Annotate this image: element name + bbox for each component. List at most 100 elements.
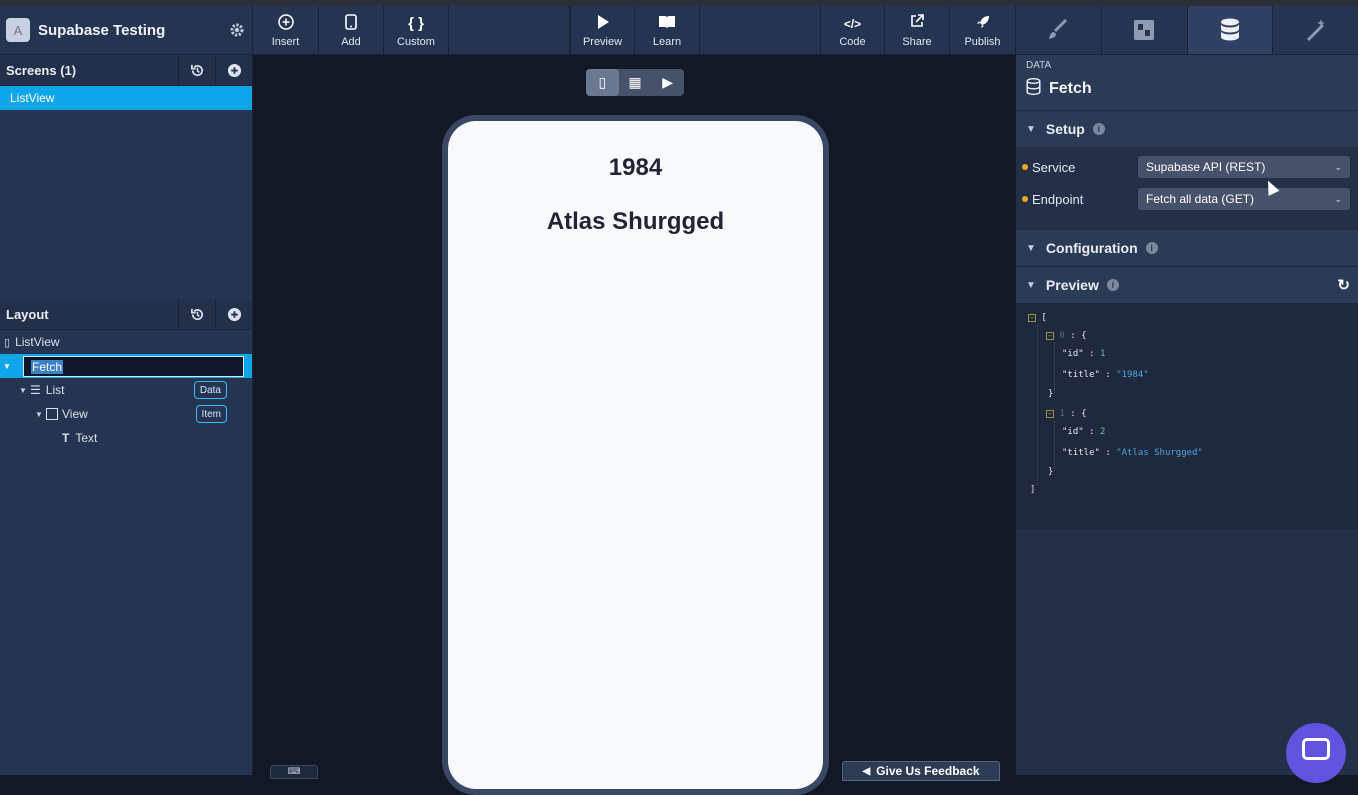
tab-components-icon[interactable] [1102, 6, 1188, 54]
required-dot [1022, 164, 1028, 170]
json-item-1-close: } [1048, 467, 1054, 477]
phone-icon [345, 13, 357, 34]
top-toolbar: Insert Add { } Custom Preview Learn </> … [253, 6, 1016, 55]
add-layout-item-icon[interactable] [215, 298, 252, 330]
service-select[interactable]: Supabase API (REST) ⌄ [1138, 156, 1350, 178]
app-logo[interactable]: A [6, 18, 30, 42]
info-icon[interactable]: i [1106, 279, 1119, 291]
design-canvas: ▯ ▦ ▶ 1984 Atlas Shurgged ⌨ ◀ Give Us Fe… [253, 55, 1016, 795]
chat-icon [1302, 738, 1330, 760]
tab-style-brush-icon[interactable] [1016, 6, 1102, 54]
data-badge: Data [193, 381, 227, 399]
endpoint-label: Endpoint [1032, 191, 1084, 207]
tree-guide [1037, 325, 1038, 485]
collapse-toggle-icon[interactable]: − [1028, 314, 1036, 322]
list-icon: ☰ [30, 383, 41, 397]
preview-title: Preview [1045, 277, 1099, 293]
phone-frame: 1984 Atlas Shurgged [442, 115, 829, 795]
toolbar-spacer [449, 6, 570, 55]
collapse-toggle-icon[interactable]: − [1046, 332, 1054, 340]
play-icon [596, 14, 610, 34]
configuration-section-header[interactable]: ▼ Configuration i [1016, 229, 1358, 266]
phone-view-icon[interactable]: ▯ [586, 69, 619, 96]
tree-item-label: List [45, 383, 65, 397]
json-index: 0 [1059, 331, 1065, 341]
layout-history-icon[interactable] [178, 298, 215, 330]
custom-label: Custom [397, 35, 435, 48]
add-button[interactable]: Add [319, 6, 384, 55]
phone-screen: 1984 Atlas Shurgged [448, 121, 823, 789]
caret-down-icon[interactable]: ▼ [2, 362, 12, 371]
keyboard-icon[interactable]: ⌨ [270, 765, 318, 779]
panel-category: DATA [1026, 60, 1052, 71]
layout-header: Layout [0, 298, 252, 330]
learn-label: Learn [652, 35, 682, 48]
phone-icon: ▯ [4, 336, 11, 349]
item-badge: Item [195, 405, 227, 423]
screen-item-listview[interactable]: ListView [0, 86, 252, 110]
required-dot [1022, 196, 1028, 202]
info-icon[interactable]: i [1092, 123, 1105, 135]
screens-title: Screens (1) [6, 62, 77, 78]
json-id-value: 2 [1099, 427, 1106, 437]
learn-button[interactable]: Learn [635, 6, 700, 55]
endpoint-value: Fetch all data (GET) [1146, 192, 1255, 206]
settings-gear-icon[interactable] [228, 21, 246, 39]
caret-down-icon[interactable]: ▼ [34, 410, 44, 419]
tab-data-database-icon[interactable] [1187, 6, 1274, 54]
feedback-label: Give Us Feedback [876, 764, 980, 778]
json-preview: − [ − 0 : { "id" : 1 "title" : "1984" } … [1016, 303, 1358, 529]
text-type-icon: T [62, 431, 70, 445]
add-screen-icon[interactable] [215, 54, 252, 86]
setup-body: Service Supabase API (REST) ⌄ Endpoint F… [1016, 147, 1358, 229]
endpoint-select[interactable]: Fetch all data (GET) ⌄ [1138, 188, 1350, 210]
rename-input[interactable]: Fetch [23, 356, 244, 377]
custom-button[interactable]: { } Custom [384, 6, 449, 55]
refresh-icon[interactable]: ↻ [1337, 276, 1350, 294]
info-icon[interactable]: i [1145, 242, 1158, 254]
code-button[interactable]: </> Code [820, 6, 885, 55]
preview-label: Preview [582, 35, 623, 48]
view-box-icon [46, 408, 58, 420]
caret-down-icon[interactable]: ▼ [18, 386, 28, 395]
tree-item-list[interactable]: ▼ ☰ List Data [0, 378, 252, 402]
preview-section-header[interactable]: ▼ Preview i ↻ [1016, 266, 1358, 303]
braces-icon: { } [408, 14, 424, 32]
service-label: Service [1032, 159, 1076, 175]
configuration-title: Configuration [1045, 240, 1138, 256]
chat-support-button[interactable] [1286, 723, 1346, 783]
share-button[interactable]: Share [885, 6, 950, 55]
chevron-down-icon: ⌄ [1334, 161, 1342, 172]
feedback-button[interactable]: ◀ Give Us Feedback [842, 761, 1000, 781]
json-title-row: "title" : "1984" [1062, 370, 1149, 380]
tree-item-view[interactable]: ▼ View Item [0, 402, 252, 426]
grid-view-icon[interactable]: ▦ [619, 69, 652, 96]
json-root-close: ] [1030, 485, 1036, 495]
json-item-1-open: − 1 : { [1046, 409, 1087, 419]
layout-title: Layout [6, 306, 49, 322]
list-item-title[interactable]: 1984 [448, 121, 823, 195]
tree-item-listview[interactable]: ▯ ListView [0, 330, 252, 354]
endpoint-field: Endpoint Fetch all data (GET) ⌄ [1016, 183, 1358, 215]
preview-button[interactable]: Preview [570, 6, 635, 55]
list-item-title[interactable]: Atlas Shurgged [448, 195, 823, 249]
tree-item-fetch[interactable]: ▼ Fetch [0, 354, 252, 378]
panel-header: DATA Fetch [1016, 55, 1358, 110]
json-title-value: "Atlas Shurgged" [1116, 448, 1203, 458]
panel-title-text: Fetch [1049, 80, 1092, 97]
setup-section-header[interactable]: ▼ Setup i [1016, 110, 1358, 147]
insert-button[interactable]: Insert [253, 6, 319, 55]
external-link-icon [910, 13, 924, 34]
tree-item-text[interactable]: T Text [0, 426, 252, 450]
chevron-down-icon: ▼ [1026, 242, 1036, 254]
tab-magic-wand-icon[interactable] [1273, 6, 1358, 54]
tree-item-label: View [62, 407, 88, 421]
play-view-icon[interactable]: ▶ [651, 69, 684, 96]
publish-button[interactable]: Publish [950, 6, 1016, 55]
screens-history-icon[interactable] [178, 54, 215, 86]
collapse-toggle-icon[interactable]: − [1046, 410, 1054, 418]
screens-list: ListView [0, 86, 252, 299]
tree-guide [1054, 421, 1055, 471]
device-toggle: ▯ ▦ ▶ [586, 69, 684, 96]
service-field: Service Supabase API (REST) ⌄ [1016, 151, 1358, 183]
